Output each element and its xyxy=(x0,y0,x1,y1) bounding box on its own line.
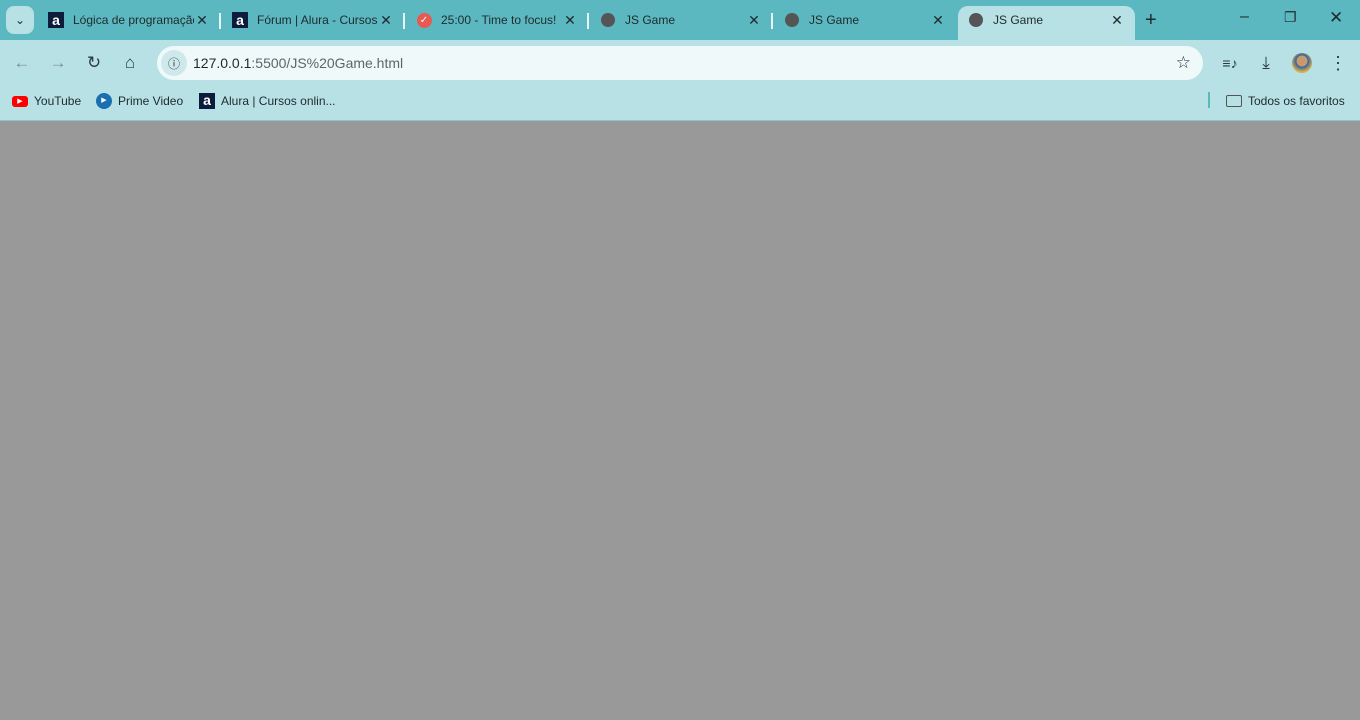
divider xyxy=(1208,92,1210,108)
bookmark-alura[interactable]: a Alura | Cursos onlin... xyxy=(199,91,336,111)
tab-title: JS Game xyxy=(625,13,676,27)
tab[interactable]: a Fórum | Alura - Cursos ✕ xyxy=(222,6,405,34)
reload-button[interactable]: ↻ xyxy=(79,48,109,78)
close-icon[interactable]: ✕ xyxy=(1109,12,1125,29)
media-control-icon[interactable]: ≡♪ xyxy=(1215,48,1245,78)
address-bar[interactable]: ⓘ 127.0.0.1:5500/JS%20Game.html ☆ xyxy=(157,46,1203,80)
chevron-down-icon: ⌄ xyxy=(14,13,26,27)
page-content xyxy=(0,121,1360,720)
url-host: 127.0.0.1 xyxy=(193,55,252,71)
globe-icon xyxy=(784,12,800,28)
back-button[interactable]: ← xyxy=(7,48,37,78)
bookmark-star-icon[interactable]: ☆ xyxy=(1176,53,1191,73)
info-icon[interactable]: ⓘ xyxy=(161,50,187,76)
close-icon[interactable]: ✕ xyxy=(562,12,578,29)
url-path: :5500/JS%20Game.html xyxy=(251,55,404,71)
close-icon[interactable]: ✕ xyxy=(930,12,946,29)
menu-icon[interactable]: ⋮ xyxy=(1323,48,1353,78)
tab-title: Fórum | Alura - Cursos xyxy=(257,13,378,27)
folder-icon xyxy=(1226,95,1242,107)
tab-title: JS Game xyxy=(993,13,1044,27)
prime-video-icon: ▶ xyxy=(96,93,112,109)
alura-icon: a xyxy=(232,12,248,28)
bookmark-prime-video[interactable]: ▶ Prime Video xyxy=(96,91,183,111)
alura-icon: a xyxy=(48,12,64,28)
close-icon[interactable]: ✕ xyxy=(378,12,394,29)
close-icon[interactable]: ✕ xyxy=(194,12,210,29)
tab[interactable]: a Lógica de programação ✕ xyxy=(38,6,221,34)
forward-button[interactable]: → xyxy=(43,48,73,78)
home-button[interactable]: ⌂ xyxy=(115,48,145,78)
bookmark-youtube[interactable]: ▶ YouTube xyxy=(12,91,81,111)
url-text[interactable]: 127.0.0.1:5500/JS%20Game.html xyxy=(193,55,403,71)
close-window-button[interactable]: ✕ xyxy=(1329,8,1343,28)
tab-title: Lógica de programação xyxy=(73,13,194,27)
close-icon[interactable]: ✕ xyxy=(746,12,762,29)
alura-icon: a xyxy=(199,93,215,109)
profile-avatar[interactable] xyxy=(1287,48,1317,78)
toolbar: ← → ↻ ⌂ ⓘ 127.0.0.1:5500/JS%20Game.html … xyxy=(0,40,1360,121)
bookmark-label: Alura | Cursos onlin... xyxy=(221,94,336,108)
pomodoro-check-icon: ✓ xyxy=(416,12,432,28)
all-bookmarks-button[interactable]: Todos os favoritos xyxy=(1226,91,1345,111)
globe-icon xyxy=(600,12,616,28)
tab-active[interactable]: JS Game ✕ xyxy=(958,6,1135,40)
tab-title: JS Game xyxy=(809,13,860,27)
restore-button[interactable]: ❐ xyxy=(1284,9,1297,26)
bookmark-label: Todos os favoritos xyxy=(1248,94,1345,108)
bookmark-label: YouTube xyxy=(34,94,82,108)
youtube-icon: ▶ xyxy=(12,95,28,107)
globe-icon xyxy=(968,12,984,28)
download-icon[interactable]: ⤓ xyxy=(1251,48,1281,78)
tab-title: 25:00 - Time to focus! xyxy=(441,13,557,27)
tab[interactable]: JS Game ✕ xyxy=(590,6,773,34)
bookmark-label: Prime Video xyxy=(118,94,184,108)
tab[interactable]: ✓ 25:00 - Time to focus! ✕ xyxy=(406,6,589,34)
new-tab-button[interactable]: + xyxy=(1145,9,1157,32)
tab-search-button[interactable]: ⌄ xyxy=(6,6,34,34)
tab-strip: ⌄ a Lógica de programação ✕ a Fórum | Alura… xyxy=(0,0,1360,40)
minimize-button[interactable]: – xyxy=(1240,8,1249,26)
tab[interactable]: JS Game ✕ xyxy=(774,6,956,34)
